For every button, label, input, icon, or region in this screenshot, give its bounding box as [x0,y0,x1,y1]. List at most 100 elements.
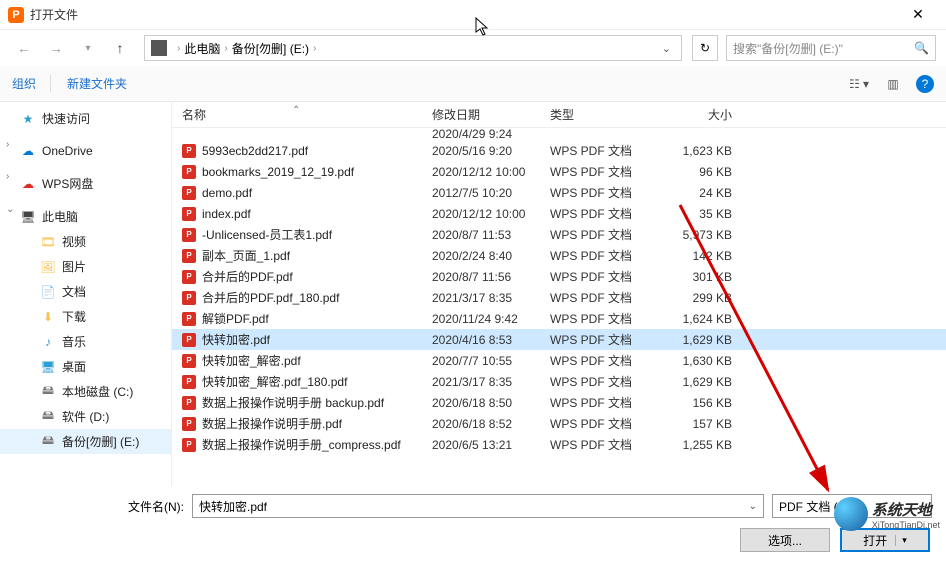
breadcrumb-root[interactable]: 此电脑 [184,40,220,57]
table-row[interactable]: P数据上报操作说明手册_compress.pdf2020/6/5 13:21WP… [172,434,946,455]
table-row[interactable]: P5993ecb2dd217.pdf2020/5/16 9:20WPS PDF … [172,140,946,161]
sidebar-item-pictures[interactable]: 🖼图片 [0,254,171,279]
disk-icon: 🖴 [40,384,56,400]
file-date: 2012/7/5 10:20 [432,186,550,200]
file-size: 24 KB [672,186,772,200]
sidebar-item-drive-c[interactable]: 🖴本地磁盘 (C:) [0,379,171,404]
view-mode-button[interactable]: ☷ ▾ [848,74,870,94]
header-type[interactable]: 类型 [550,106,672,123]
open-button[interactable]: 打开▾ [840,528,930,552]
file-date: 2020/6/18 8:52 [432,417,550,431]
table-row[interactable]: 2020/4/29 9:24 [172,128,946,140]
file-name: index.pdf [202,207,251,221]
sidebar-item-wps[interactable]: ☁WPS网盘 [0,171,171,196]
sidebar-item-video[interactable]: 🎞视频 [0,229,171,254]
file-size: 1,629 KB [672,375,772,389]
sidebar-item-quick[interactable]: ★快速访问 [0,106,171,131]
file-name: -Unlicensed-员工表1.pdf [202,226,332,243]
sidebar-item-downloads[interactable]: ⬇下载 [0,304,171,329]
file-size: 1,255 KB [672,438,772,452]
search-input[interactable]: 搜索"备份[勿删] (E:)" 🔍 [726,35,936,61]
file-name: 合并后的PDF.pdf [202,268,293,285]
column-headers: 名称⌃ 修改日期 类型 大小 [172,102,946,128]
chevron-down-icon[interactable]: ⌄ [749,501,757,512]
options-button[interactable]: 选项... [740,528,830,552]
file-type: WPS PDF 文档 [550,373,672,390]
breadcrumb[interactable]: › 此电脑 › 备份[勿删] (E:) › ⌄ [144,35,682,61]
sidebar-item-pc[interactable]: 🖥此电脑 [0,204,171,229]
help-button[interactable]: ? [916,75,934,93]
file-size: 1,629 KB [672,333,772,347]
file-size: 1,623 KB [672,144,772,158]
recent-dropdown[interactable]: ▾ [74,35,102,61]
table-row[interactable]: P-Unlicensed-员工表1.pdf2020/8/7 11:53WPS P… [172,224,946,245]
table-row[interactable]: P快转加密_解密.pdf2020/7/7 10:55WPS PDF 文档1,63… [172,350,946,371]
organize-menu[interactable]: 组织 [12,75,51,92]
up-button[interactable]: ↑ [106,35,134,61]
chevron-right-icon: › [313,43,316,54]
file-date: 2020/8/7 11:53 [432,228,550,242]
table-row[interactable]: P合并后的PDF.pdf_180.pdf2021/3/17 8:35WPS PD… [172,287,946,308]
table-row[interactable]: P数据上报操作说明手册.pdf2020/6/18 8:52WPS PDF 文档1… [172,413,946,434]
pdf-icon: P [182,228,196,242]
table-row[interactable]: Pindex.pdf2020/12/12 10:00WPS PDF 文档35 K… [172,203,946,224]
table-row[interactable]: P合并后的PDF.pdf2020/8/7 11:56WPS PDF 文档301 … [172,266,946,287]
breadcrumb-folder[interactable]: 备份[勿删] (E:) [232,40,309,57]
file-name: 快转加密.pdf [202,331,270,348]
sidebar-item-drive-e[interactable]: 🖴备份[勿删] (E:) [0,429,171,454]
table-row[interactable]: P副本_页面_1.pdf2020/2/24 8:40WPS PDF 文档142 … [172,245,946,266]
search-placeholder: 搜索"备份[勿删] (E:)" [733,40,914,57]
refresh-button[interactable]: ↻ [692,35,718,61]
star-icon: ★ [20,111,36,127]
file-date: 2020/5/16 9:20 [432,144,550,158]
file-date: 2021/3/17 8:35 [432,375,550,389]
table-row[interactable]: P数据上报操作说明手册 backup.pdf2020/6/18 8:50WPS … [172,392,946,413]
file-date: 2020/6/18 8:50 [432,396,550,410]
file-size: 157 KB [672,417,772,431]
file-name: 数据上报操作说明手册_compress.pdf [202,436,401,453]
sidebar-item-docs[interactable]: 📄文档 [0,279,171,304]
sidebar-item-drive-d[interactable]: 🖴软件 (D:) [0,404,171,429]
cloud-icon: ☁ [20,176,36,192]
chevron-down-icon[interactable]: ⌄ [6,204,14,215]
music-icon: ♪ [40,334,56,350]
file-date: 2020/11/24 9:42 [432,312,550,326]
table-row[interactable]: Pbookmarks_2019_12_19.pdf2020/12/12 10:0… [172,161,946,182]
pdf-icon: P [182,333,196,347]
navbar: ← → ▾ ↑ › 此电脑 › 备份[勿删] (E:) › ⌄ ↻ 搜索"备份[… [0,30,946,66]
file-type: WPS PDF 文档 [550,352,672,369]
filename-input[interactable]: 快转加密.pdf ⌄ [192,494,764,518]
sidebar-item-desktop[interactable]: 🖥桌面 [0,354,171,379]
file-type: WPS PDF 文档 [550,289,672,306]
breadcrumb-dropdown[interactable]: ⌄ [658,42,675,55]
file-size: 1,630 KB [672,354,772,368]
table-row[interactable]: Pdemo.pdf2012/7/5 10:20WPS PDF 文档24 KB [172,182,946,203]
pdf-icon: P [182,354,196,368]
sidebar-item-music[interactable]: ♪音乐 [0,329,171,354]
table-row[interactable]: P解锁PDF.pdf2020/11/24 9:42WPS PDF 文档1,624… [172,308,946,329]
file-name: 副本_页面_1.pdf [202,247,290,264]
preview-pane-button[interactable]: ▥ [882,74,904,94]
sidebar-item-onedrive[interactable]: ☁OneDrive [0,139,171,163]
header-size[interactable]: 大小 [672,106,772,123]
file-type: WPS PDF 文档 [550,163,672,180]
file-type: WPS PDF 文档 [550,331,672,348]
pdf-icon: P [182,207,196,221]
disk-icon: 🖴 [40,409,56,425]
pdf-icon: P [182,144,196,158]
app-icon: P [8,7,24,23]
new-folder-button[interactable]: 新建文件夹 [67,75,127,92]
chevron-right-icon[interactable]: › [6,171,9,182]
table-row[interactable]: P快转加密_解密.pdf_180.pdf2021/3/17 8:35WPS PD… [172,371,946,392]
header-date[interactable]: 修改日期 [432,106,550,123]
search-icon[interactable]: 🔍 [914,41,929,55]
close-button[interactable]: ✕ [898,1,938,29]
file-name: bookmarks_2019_12_19.pdf [202,165,354,179]
chevron-right-icon: › [224,43,227,54]
back-button[interactable]: ← [10,35,38,61]
table-row[interactable]: P快转加密.pdf2020/4/16 8:53WPS PDF 文档1,629 K… [172,329,946,350]
chevron-right-icon[interactable]: › [6,139,9,150]
file-type-filter[interactable]: PDF 文档 (*.pdf) ⌄ [772,494,932,518]
header-name[interactable]: 名称⌃ [172,106,432,123]
chevron-down-icon[interactable]: ▾ [895,535,907,546]
